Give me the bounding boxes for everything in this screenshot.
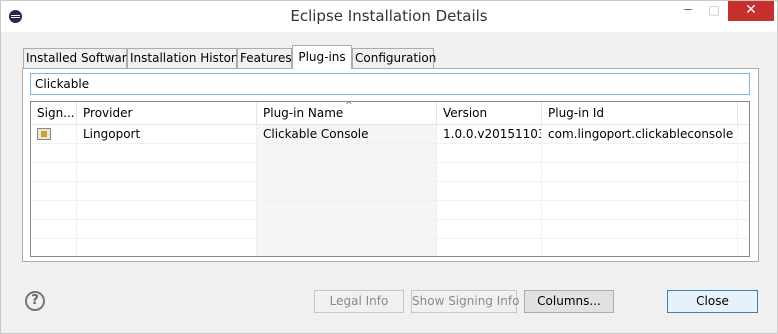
maximize-button[interactable]: □ [701, 1, 727, 21]
column-header-plug-in-id[interactable]: Plug-in Id [542, 102, 738, 125]
plug-in-name-cell: Clickable Console [263, 127, 369, 141]
table-row [31, 182, 749, 201]
table-header: Sign... Provider Plug-in Name ^ Version … [31, 102, 749, 125]
tab-features[interactable]: Features [237, 48, 292, 69]
column-header-provider[interactable]: Provider [77, 102, 257, 125]
table-row[interactable]: Lingoport Clickable Console 1.0.0.v20151… [31, 125, 749, 144]
window-title: Eclipse Installation Details [290, 7, 488, 25]
tab-configuration[interactable]: Configuration [352, 48, 436, 69]
column-header-signed[interactable]: Sign... [31, 102, 77, 125]
plug-in-icon [37, 128, 51, 140]
columns-button[interactable]: Columns... [524, 290, 614, 313]
plug-ins-table[interactable]: Sign... Provider Plug-in Name ^ Version … [30, 101, 750, 257]
provider-cell: Lingoport [83, 127, 141, 141]
plug-in-id-cell: com.lingoport.clickableconsole [548, 127, 734, 141]
tab-installed-software[interactable]: Installed Software [23, 48, 134, 69]
installation-details-window: Eclipse Installation Details ‒ □ ✕ Insta… [0, 0, 778, 334]
close-button[interactable]: Close [667, 290, 758, 313]
legal-info-button[interactable]: Legal Info [314, 290, 404, 313]
title-bar: Eclipse Installation Details ‒ □ ✕ [1, 1, 777, 32]
table-row [31, 220, 749, 239]
tab-installation-history[interactable]: Installation History [127, 48, 243, 69]
help-icon[interactable]: ? [25, 291, 45, 311]
sort-ascending-icon: ^ [345, 101, 353, 111]
table-row [31, 163, 749, 182]
table-row [31, 201, 749, 220]
version-cell: 1.0.0.v20151103... [443, 127, 541, 141]
minimize-button[interactable]: ‒ [675, 1, 701, 21]
show-signing-info-button[interactable]: Show Signing Info [411, 290, 519, 313]
window-close-button[interactable]: ✕ [728, 1, 774, 21]
filter-input[interactable]: Clickable [30, 73, 750, 95]
column-header-version[interactable]: Version [437, 102, 542, 125]
tab-plug-ins[interactable]: Plug-ins [292, 45, 352, 69]
table-row [31, 144, 749, 163]
